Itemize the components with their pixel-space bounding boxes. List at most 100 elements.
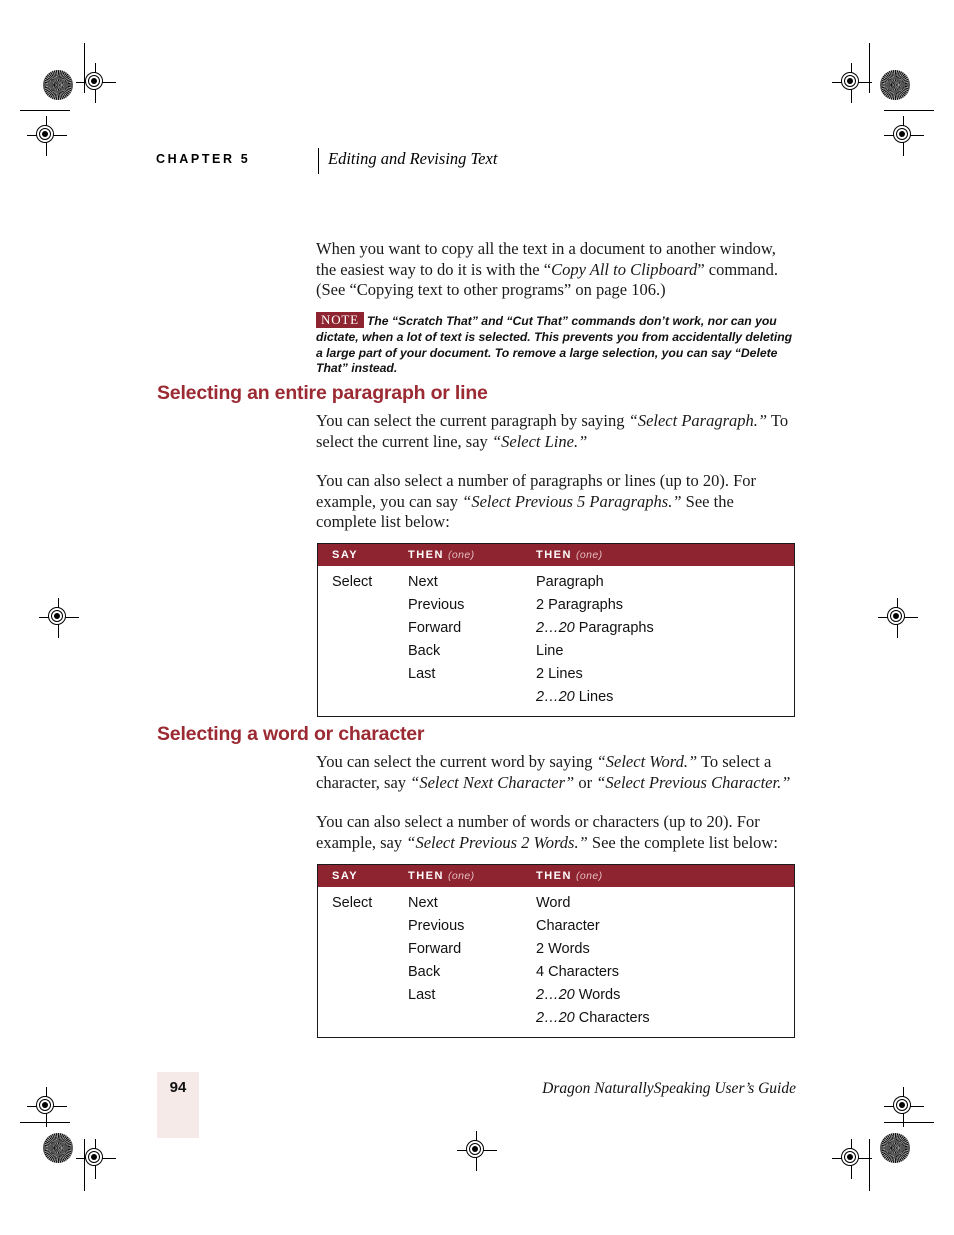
word-section-p2: You can also select a number of words or…	[316, 812, 796, 853]
table-row: Back Line	[318, 639, 794, 662]
cell-then-2-noun: 2 Paragraphs	[536, 596, 624, 613]
header-then-1-label: THEN	[408, 549, 444, 561]
cell-then-2-noun: 2 Words	[536, 940, 590, 957]
paragraph-section-text-2: You can also select a number of paragrap…	[316, 471, 796, 533]
cell-then-1: Next	[408, 894, 438, 911]
w1-command-2: “Select Next Character”	[410, 772, 575, 792]
p1-command-2: “Select Line.”	[491, 431, 588, 451]
header-say: SAY	[332, 549, 359, 561]
header-then-2: THEN (one)	[536, 549, 794, 561]
running-head: CHAPTER 5 Editing and Revising Text	[156, 148, 796, 178]
table-row: Forward 2…20 Paragraphs	[318, 616, 794, 639]
cell-then-2-range: 2…20	[536, 1009, 579, 1026]
cell-then-2: Character	[536, 918, 794, 934]
paragraph-section-p2: You can also select a number of paragrap…	[316, 471, 796, 533]
note-callout: NOTE The “Scratch That” and “Cut That” co…	[316, 312, 798, 377]
table-row: Last 2…20 Words	[318, 983, 794, 1006]
header-then-2-label: THEN	[536, 549, 572, 561]
cell-then-2-noun: Character	[536, 917, 600, 934]
word-section-text-1: You can select the current word by sayin…	[316, 752, 796, 793]
p1-command-1: “Select Paragraph.”	[628, 411, 768, 430]
cell-then-2-noun: 2 Lines	[536, 665, 583, 682]
document-page: CHAPTER 5 Editing and Revising Text When…	[0, 0, 954, 1235]
chapter-label: CHAPTER 5	[156, 152, 251, 166]
cell-then-1: Forward	[408, 619, 462, 636]
header-then-1-note: (one)	[447, 870, 475, 882]
p2-command-1: “Select Previous 5 Paragraphs.”	[462, 491, 682, 511]
cell-then-2: 2 Paragraphs	[536, 597, 794, 613]
header-then-1-note: (one)	[447, 549, 475, 561]
table-row: Forward 2 Words	[318, 937, 794, 960]
cell-then-2-range: 2…20	[536, 688, 579, 705]
command-table-word-body: Select Next Word Previous Character Forw…	[318, 887, 794, 1037]
cell-then-2: 2…20 Lines	[536, 689, 794, 705]
note-text: The “Scratch That” and “Cut That” comman…	[316, 314, 793, 376]
table-row: 2…20 Characters	[318, 1006, 794, 1029]
w1-command-3: “Select Previous Character.”	[596, 772, 791, 792]
table-row: Back 4 Characters	[318, 960, 794, 983]
cell-then-2: 2 Words	[536, 941, 794, 957]
intro-command-name: Copy All to Clipboard	[551, 259, 698, 279]
cell-then-1: Forward	[408, 940, 462, 957]
table-row: Previous Character	[318, 914, 794, 937]
header-then-1-label: THEN	[408, 870, 444, 882]
w1-command-1: “Select Word.”	[596, 752, 698, 771]
cell-then-2-noun: Words	[578, 986, 621, 1003]
header-then-2-label: THEN	[536, 870, 572, 882]
intro-paragraph: When you want to copy all the text in a …	[316, 239, 796, 301]
table-row: Select Next Paragraph	[318, 570, 794, 593]
cell-then-2-noun: 4 Characters	[536, 963, 620, 980]
table-row: Last 2 Lines	[318, 662, 794, 685]
w2-command-1: “Select Previous 2 Words.”	[406, 832, 588, 852]
header-then-1: THEN (one)	[408, 549, 536, 561]
cell-then-2-range: 2…20	[536, 986, 579, 1003]
cell-then-1: Previous	[408, 596, 465, 613]
header-then-1: THEN (one)	[408, 870, 536, 882]
paragraph-section-text-1: You can select the current paragraph by …	[316, 411, 796, 452]
cell-say: Select	[332, 573, 373, 590]
cell-then-2: Paragraph	[536, 574, 794, 590]
paragraph-section-p1: You can select the current paragraph by …	[316, 411, 796, 452]
page-number-block: 94	[157, 1072, 199, 1138]
header-then-2-note: (one)	[575, 549, 603, 561]
section-heading-word-or-character: Selecting a word or character	[157, 723, 425, 745]
table-row: Previous 2 Paragraphs	[318, 593, 794, 616]
cell-then-2: 2…20 Characters	[536, 1010, 794, 1026]
running-head-divider	[318, 148, 319, 174]
cell-then-2: 2 Lines	[536, 666, 794, 682]
header-then-2: THEN (one)	[536, 870, 794, 882]
header-say: SAY	[332, 870, 359, 882]
cell-then-2: 2…20 Paragraphs	[536, 620, 794, 636]
command-table-paragraph-header: SAY THEN (one) THEN (one)	[318, 544, 794, 566]
word-section-text-2: You can also select a number of words or…	[316, 812, 796, 853]
cell-then-2: Line	[536, 643, 794, 659]
section-heading-paragraph-or-line: Selecting an entire paragraph or line	[157, 382, 488, 404]
cell-then-1: Back	[408, 642, 441, 659]
command-table-word: SAY THEN (one) THEN (one) Select Next Word…	[317, 864, 795, 1038]
cell-then-2-range: 2…20	[536, 619, 579, 636]
note-badge: NOTE	[316, 312, 364, 328]
page-number: 94	[169, 1079, 187, 1096]
header-then-2-note: (one)	[575, 870, 603, 882]
cell-then-2: Word	[536, 895, 794, 911]
cell-say: Select	[332, 894, 373, 911]
p1-text-a: You can select the current paragraph by …	[316, 411, 629, 430]
cell-then-2-noun: Characters	[578, 1009, 650, 1026]
cell-then-2: 4 Characters	[536, 964, 794, 980]
w1-text-a: You can select the current word by sayin…	[316, 752, 597, 771]
cell-then-2-noun: Paragraphs	[578, 619, 654, 636]
command-table-word-header: SAY THEN (one) THEN (one)	[318, 865, 794, 887]
intro-paragraph-block: When you want to copy all the text in a …	[316, 239, 796, 301]
table-row: 2…20 Lines	[318, 685, 794, 708]
cell-then-1: Back	[408, 963, 441, 980]
w2-text-b: See the complete list below:	[587, 832, 778, 852]
cell-then-2-noun: Paragraph	[536, 573, 604, 590]
cell-then-2-noun: Line	[536, 642, 564, 659]
word-section-p1: You can select the current word by sayin…	[316, 752, 796, 793]
cell-then-1: Last	[408, 665, 436, 682]
footer-title: Dragon NaturallySpeaking User’s Guide	[542, 1080, 796, 1097]
cell-then-2: 2…20 Words	[536, 987, 794, 1003]
cell-then-1: Next	[408, 573, 438, 590]
cell-then-2-noun: Word	[536, 894, 571, 911]
chapter-title: Editing and Revising Text	[328, 149, 498, 168]
